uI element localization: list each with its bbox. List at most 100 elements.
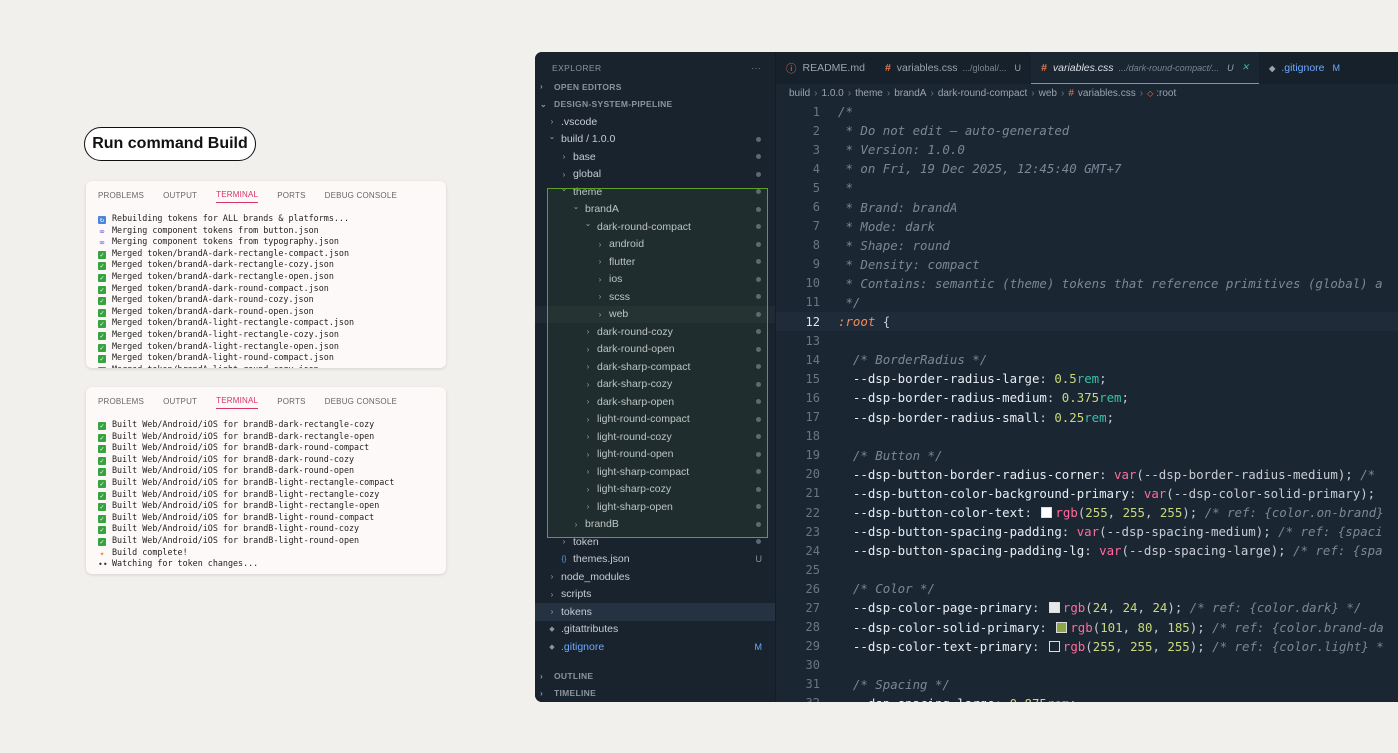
timeline-section[interactable]: › TIMELINE [535, 685, 775, 703]
tab-terminal[interactable]: TERMINAL [216, 190, 259, 203]
tree-item-branda[interactable]: ⌄ brandA [535, 201, 775, 219]
tree-item-base[interactable]: › base [535, 148, 775, 166]
status-dot [756, 171, 761, 177]
tree-item-dark-round-compact[interactable]: ⌄ dark-round-compact [535, 218, 775, 236]
tree-item-light-sharp-cozy[interactable]: › light-sharp-cozy [535, 481, 775, 499]
tree-item-dark-sharp-cozy[interactable]: › dark-sharp-cozy [535, 376, 775, 394]
tree-item-theme[interactable]: ⌄ theme [535, 183, 775, 201]
more-actions-icon[interactable]: ··· [751, 63, 761, 73]
tab--gitignore[interactable]: ◆ .gitignore M [1259, 52, 1350, 84]
tree-item-label: node_modules [561, 570, 630, 583]
tree-item-dark-sharp-open[interactable]: › dark-sharp-open [535, 393, 775, 411]
breadcrumb-item[interactable]: variables.css [1078, 88, 1136, 99]
tree-item-light-round-cozy[interactable]: › light-round-cozy [535, 428, 775, 446]
tab-debug-console[interactable]: DEBUG CONSOLE [325, 397, 397, 409]
terminal-line: ✓ Merged token/brandA-light-round-compact… [98, 352, 434, 364]
tab-variables-css[interactable]: # variables.css .../dark-round-compact/...… [1031, 52, 1260, 84]
code-token: 255 [1122, 505, 1145, 521]
tree-item-tokens[interactable]: › tokens [535, 603, 775, 621]
tab-status: M [1332, 63, 1341, 73]
code-token: , [1152, 638, 1168, 654]
code-view[interactable]: 1/* 2 * Do not edit — auto-generated 3 * V… [776, 102, 1398, 702]
outline-section[interactable]: › OUTLINE [535, 667, 775, 685]
tree-item-brandb[interactable]: › brandB [535, 516, 775, 534]
tree-item-themes-json[interactable]: {} themes.json U [535, 551, 775, 569]
color-swatch[interactable] [1056, 621, 1068, 633]
tree-item-light-round-open[interactable]: › light-round-open [535, 446, 775, 464]
tab-debug-console[interactable]: DEBUG CONSOLE [325, 191, 397, 203]
tree-item-scripts[interactable]: › scripts [535, 586, 775, 604]
code-token: 255 [1130, 638, 1153, 654]
code-token: 24 [1092, 600, 1108, 616]
code-token: , [1122, 619, 1138, 635]
breadcrumb-item[interactable]: dark-round-compact [938, 88, 1027, 99]
tree-item-dark-sharp-compact[interactable]: › dark-sharp-compact [535, 358, 775, 376]
chevron-right-icon: › [586, 362, 590, 372]
tree-item-node-modules[interactable]: › node_modules [535, 568, 775, 586]
code-line: 29 --dsp-color-text-primary: rgb(255, 25… [776, 637, 1398, 656]
git-status-badge: M [754, 641, 763, 652]
terminal-line: ✓ Built Web/Android/iOS for brandB-dark-r… [98, 419, 434, 431]
tree-item-label: web [609, 308, 629, 321]
chevron-right-icon: › [598, 309, 602, 319]
terminal-line-text: Merged token/brandA-dark-rectangle-cozy.… [112, 259, 334, 270]
color-swatch[interactable] [1041, 507, 1053, 519]
color-swatch[interactable] [1048, 640, 1060, 652]
tree-item-ios[interactable]: › ios [535, 271, 775, 289]
tree-item-global[interactable]: › global [535, 166, 775, 184]
chevron-right-icon: › [550, 572, 554, 582]
tab-variables-css[interactable]: # variables.css .../global/... U [875, 52, 1031, 84]
terminal-line: ✓ Built Web/Android/iOS for brandB-light-… [98, 489, 434, 501]
tree-item-label: brandB [585, 518, 619, 531]
check-icon: ✓ [98, 491, 106, 500]
sidebar-bottom-sections: › OUTLINE › TIMELINE [535, 667, 775, 702]
terminal-line: ✓ Merged token/brandA-dark-rectangle-cozy… [98, 259, 434, 271]
project-section[interactable]: ⌄ DESIGN-SYSTEM-PIPELINE [535, 96, 775, 114]
breadcrumb-item[interactable]: brandA [894, 88, 926, 99]
tab-output[interactable]: OUTPUT [163, 397, 197, 409]
tree-item-android[interactable]: › android [535, 236, 775, 254]
code-token: /* Button */ [838, 447, 943, 463]
tab-problems[interactable]: PROBLEMS [98, 397, 144, 409]
check-icon: ✓ [98, 331, 106, 340]
tree-item-light-sharp-open[interactable]: › light-sharp-open [535, 498, 775, 516]
terminal-line: ✓ Merged token/brandA-dark-rectangle-comp… [98, 248, 434, 260]
tab-output[interactable]: OUTPUT [163, 191, 197, 203]
code-token: rem [1099, 390, 1122, 406]
run-command-button[interactable]: Run command Build [84, 127, 256, 161]
line-number: 23 [805, 524, 820, 539]
breadcrumb-item[interactable]: theme [855, 88, 883, 99]
code-token: : [1039, 371, 1055, 387]
tree-item-light-sharp-compact[interactable]: › light-sharp-compact [535, 463, 775, 481]
tree-item--gitignore[interactable]: ◆ .gitignore M [535, 638, 775, 656]
tree-item-dark-round-open[interactable]: › dark-round-open [535, 341, 775, 359]
tree-item-flutter[interactable]: › flutter [535, 253, 775, 271]
tree-item--vscode[interactable]: › .vscode [535, 113, 775, 131]
tree-item-token[interactable]: › token [535, 533, 775, 551]
check-icon: ✓ [98, 273, 106, 282]
terminal-output: ✓ Built Web/Android/iOS for brandB-dark-r… [86, 409, 446, 570]
tab-ports[interactable]: PORTS [277, 191, 305, 203]
breadcrumb-item[interactable]: :root [1156, 88, 1176, 99]
breadcrumb-item[interactable]: web [1039, 88, 1057, 99]
tree-item--gitattributes[interactable]: ◆ .gitattributes [535, 621, 775, 639]
tab-problems[interactable]: PROBLEMS [98, 191, 144, 203]
tab-terminal[interactable]: TERMINAL [216, 396, 259, 409]
tree-item-light-round-compact[interactable]: › light-round-compact [535, 411, 775, 429]
tab-readme-md[interactable]: ⓘ README.md [776, 52, 875, 84]
tree-item-scss[interactable]: › scss [535, 288, 775, 306]
color-swatch[interactable] [1048, 602, 1060, 614]
tree-item-web[interactable]: › web [535, 305, 775, 323]
code-token: 24 [1122, 600, 1138, 616]
breadcrumb-item[interactable]: build [789, 88, 810, 99]
line-number: 13 [805, 333, 820, 348]
tree-item-build-1-0-0[interactable]: ⌄ build / 1.0.0 [535, 131, 775, 149]
open-editors-section[interactable]: › OPEN EDITORS [535, 78, 775, 96]
close-icon[interactable]: ✕ [1242, 62, 1250, 73]
tab-ports[interactable]: PORTS [277, 397, 305, 409]
breadcrumb-item[interactable]: 1.0.0 [821, 88, 843, 99]
editor-area: ⓘ README.md # variables.css .../global/... U #… [776, 52, 1398, 702]
terminal-line: ✓ Merged token/brandA-light-rectangle-ope… [98, 341, 434, 353]
terminal-line-text: Built Web/Android/iOS for brandB-dark-ro… [112, 465, 355, 476]
tree-item-dark-round-cozy[interactable]: › dark-round-cozy [535, 323, 775, 341]
